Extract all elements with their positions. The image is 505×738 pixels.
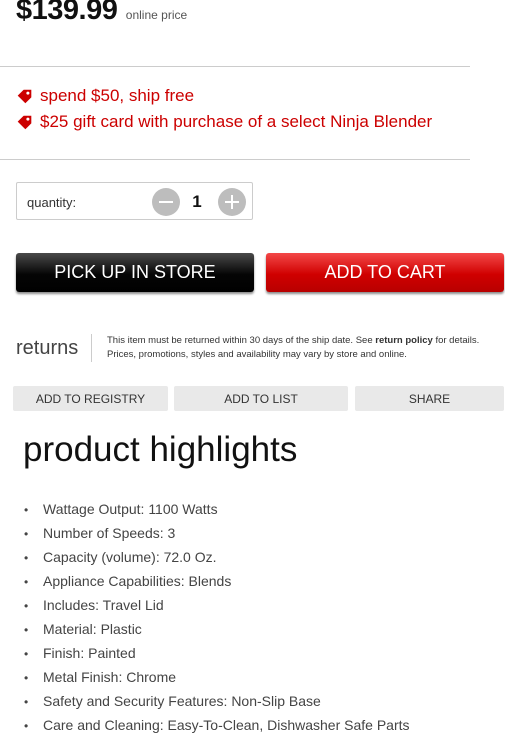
quantity-value[interactable]: 1: [190, 192, 204, 212]
pick-up-in-store-button[interactable]: PICK UP IN STORE: [16, 253, 254, 292]
promo-gift-card[interactable]: $25 gift card with purchase of a select …: [16, 112, 432, 132]
bullet: •: [24, 671, 29, 685]
return-policy-link[interactable]: return policy: [375, 335, 433, 346]
list-item: • Number of Speeds: 3: [24, 521, 410, 545]
list-item: • Wattage Output: 1100 Watts: [24, 497, 410, 521]
highlights-list: • Wattage Output: 1100 Watts • Number of S…: [24, 497, 410, 737]
minus-icon: [159, 201, 173, 203]
returns-title: returns: [16, 337, 79, 359]
divider: [0, 159, 470, 160]
returns-text: This item must be returned within 30 day…: [107, 335, 376, 346]
add-to-cart-button[interactable]: ADD TO CART: [266, 253, 504, 292]
highlight-text: Appliance Capabilities: Blends: [43, 573, 232, 589]
divider: [0, 66, 470, 67]
bullet: •: [24, 695, 29, 709]
highlight-text: Material: Plastic: [43, 621, 142, 637]
bullet: •: [24, 551, 29, 565]
highlight-text: Care and Cleaning: Easy-To-Clean, Dishwa…: [43, 717, 410, 733]
add-to-registry-button[interactable]: ADD TO REGISTRY: [13, 386, 168, 411]
highlight-text: Includes: Travel Lid: [43, 597, 164, 613]
returns-disclaimer: Prices, promotions, styles and availabil…: [107, 349, 407, 360]
bullet: •: [24, 599, 29, 613]
tag-icon: [17, 89, 32, 103]
price-label: online price: [125, 8, 188, 22]
price-amount: $139.99: [16, 0, 118, 26]
returns-info: This item must be returned within 30 day…: [107, 334, 505, 362]
list-item: • Care and Cleaning: Easy-To-Clean, Dishw…: [24, 713, 410, 737]
share-button[interactable]: SHARE: [355, 386, 504, 411]
product-highlights-heading: product highlights: [23, 430, 298, 469]
divider: [91, 334, 92, 362]
increment-button[interactable]: [218, 188, 246, 216]
list-item: • Finish: Painted: [24, 641, 410, 665]
promo-free-shipping[interactable]: spend $50, ship free: [16, 86, 194, 106]
bullet: •: [24, 647, 29, 661]
bullet: •: [24, 503, 29, 517]
list-item: • Material: Plastic: [24, 617, 410, 641]
list-item: • Capacity (volume): 72.0 Oz.: [24, 545, 410, 569]
bullet: •: [24, 623, 29, 637]
highlight-text: Capacity (volume): 72.0 Oz.: [43, 549, 217, 565]
add-to-list-button[interactable]: ADD TO LIST: [174, 386, 348, 411]
tag-icon: [17, 115, 32, 129]
promo-text[interactable]: spend $50, ship free: [40, 86, 194, 106]
list-item: • Safety and Security Features: Non-Slip …: [24, 689, 410, 713]
bullet: •: [24, 575, 29, 589]
list-item: • Metal Finish: Chrome: [24, 665, 410, 689]
price-block: $139.99 online price: [16, 0, 187, 27]
quantity-stepper: quantity: 1: [16, 182, 253, 220]
returns-text: for details.: [432, 335, 480, 346]
highlight-text: Number of Speeds: 3: [43, 525, 176, 541]
bullet: •: [24, 719, 29, 733]
quantity-label: quantity:: [27, 195, 77, 210]
highlight-text: Wattage Output: 1100 Watts: [43, 501, 218, 517]
highlight-text: Safety and Security Features: Non-Slip B…: [43, 693, 321, 709]
bullet: •: [24, 527, 29, 541]
list-item: • Includes: Travel Lid: [24, 593, 410, 617]
plus-icon: [225, 195, 239, 209]
highlight-text: Finish: Painted: [43, 645, 136, 661]
decrement-button[interactable]: [152, 188, 180, 216]
highlight-text: Metal Finish: Chrome: [43, 669, 177, 685]
promo-text[interactable]: $25 gift card with purchase of a select …: [40, 112, 432, 132]
list-item: • Appliance Capabilities: Blends: [24, 569, 410, 593]
